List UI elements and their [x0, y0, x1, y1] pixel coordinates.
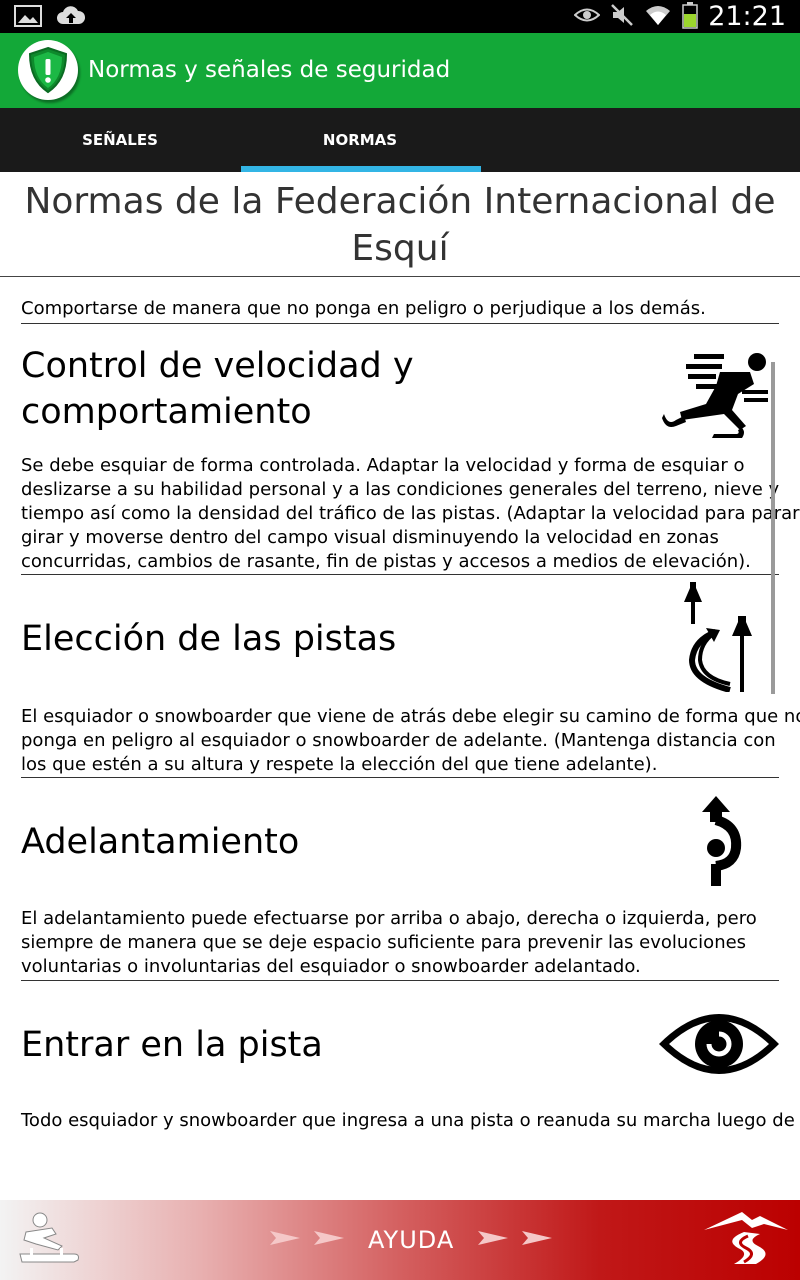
- image-icon: [14, 4, 42, 32]
- bottom-bar: AYUDA: [0, 1200, 800, 1280]
- rule-description-line: El esquiador o snowboarder que viene de …: [21, 706, 800, 727]
- rule-description-line: concurridas, cambios de rasante, fin de …: [21, 551, 751, 572]
- content-scroll[interactable]: Normas de la Federación Internacional de…: [0, 172, 800, 1200]
- tab-senales[interactable]: SEÑALES: [0, 108, 240, 172]
- help-label: AYUDA: [368, 1226, 455, 1254]
- clock: 21:21: [708, 1, 786, 32]
- rule-description: Se debe esquiar de forma controlada. Ada…: [21, 454, 800, 574]
- path-choice-icon: [676, 580, 766, 696]
- rule-description-line: tiempo así como la densidad del tráfico …: [21, 503, 800, 524]
- page-title-line: Esquí: [351, 228, 449, 269]
- divider: [21, 980, 779, 981]
- scrollbar[interactable]: [771, 362, 775, 694]
- rule-description-line: Todo esquiador y snowboarder que ingresa…: [21, 1110, 795, 1131]
- rule-title: Adelantamiento: [21, 822, 300, 862]
- rule-title-line: Control de velocidad y: [21, 346, 414, 386]
- arrow-right-icon: [522, 1229, 553, 1251]
- rule-description-line: ponga en peligro al esquiador o snowboar…: [21, 730, 776, 751]
- page-title-line: Normas de la Federación Internacional de: [24, 181, 776, 222]
- overtaking-icon: [696, 794, 744, 890]
- mountain-slope-icon[interactable]: [704, 1208, 788, 1276]
- divider: [21, 574, 779, 575]
- status-bar: 21:21: [0, 0, 800, 33]
- rule-title: Entrar en la pista: [21, 1025, 323, 1065]
- app-bar: Normas y señales de seguridad: [0, 33, 800, 108]
- wifi-icon: [644, 3, 672, 31]
- intro-text: Comportarse de manera que no ponga en pe…: [21, 298, 706, 319]
- tab-bar: SEÑALES NORMAS: [0, 108, 800, 172]
- shield-icon: [18, 46, 78, 104]
- speeding-skater-icon: [662, 350, 772, 446]
- rule-description-line: girar y moverse dentro del campo visual …: [21, 527, 719, 548]
- rule-description-line: los que estén a su altura y respete la e…: [21, 754, 658, 775]
- sledder-icon[interactable]: [16, 1210, 82, 1274]
- mute-icon: [610, 3, 634, 31]
- arrow-right-icon: [270, 1229, 300, 1251]
- rule-description-line: siempre de manera que se deje espacio su…: [21, 932, 747, 953]
- rule-description-line: Se debe esquiar de forma controlada. Ada…: [21, 455, 745, 476]
- rule-title: Elección de las pistas: [21, 619, 397, 659]
- tab-normas[interactable]: NORMAS: [240, 108, 481, 172]
- rule-description-line: El adelantamiento puede efectuarse por a…: [21, 908, 757, 929]
- eye-icon: [657, 1008, 781, 1084]
- page-title: Normas de la Federación Internacional de…: [0, 178, 800, 272]
- battery-icon: [682, 1, 698, 33]
- divider: [21, 323, 779, 324]
- eye-icon: [573, 6, 601, 28]
- help-button[interactable]: AYUDA: [270, 1220, 553, 1260]
- divider: [21, 777, 779, 778]
- arrow-right-icon: [478, 1229, 509, 1251]
- cloud-upload-icon: [56, 4, 86, 32]
- rule-description: Todo esquiador y snowboarder que ingresa…: [21, 1109, 795, 1133]
- rule-description: El adelantamiento puede efectuarse por a…: [21, 907, 781, 979]
- rule-description-line: voluntarias o involuntarias del esquiado…: [21, 956, 641, 977]
- rule-title-line: comportamiento: [21, 392, 312, 432]
- rule-description: El esquiador o snowboarder que viene de …: [21, 705, 800, 777]
- divider: [0, 276, 800, 277]
- rule-description-line: deslizarse a su habilidad personal y a l…: [21, 479, 780, 500]
- arrow-right-icon: [314, 1229, 344, 1251]
- rule-title: Control de velocidad y comportamiento: [21, 343, 414, 435]
- app-title: Normas y señales de seguridad: [88, 57, 451, 83]
- app-icon[interactable]: [18, 40, 78, 100]
